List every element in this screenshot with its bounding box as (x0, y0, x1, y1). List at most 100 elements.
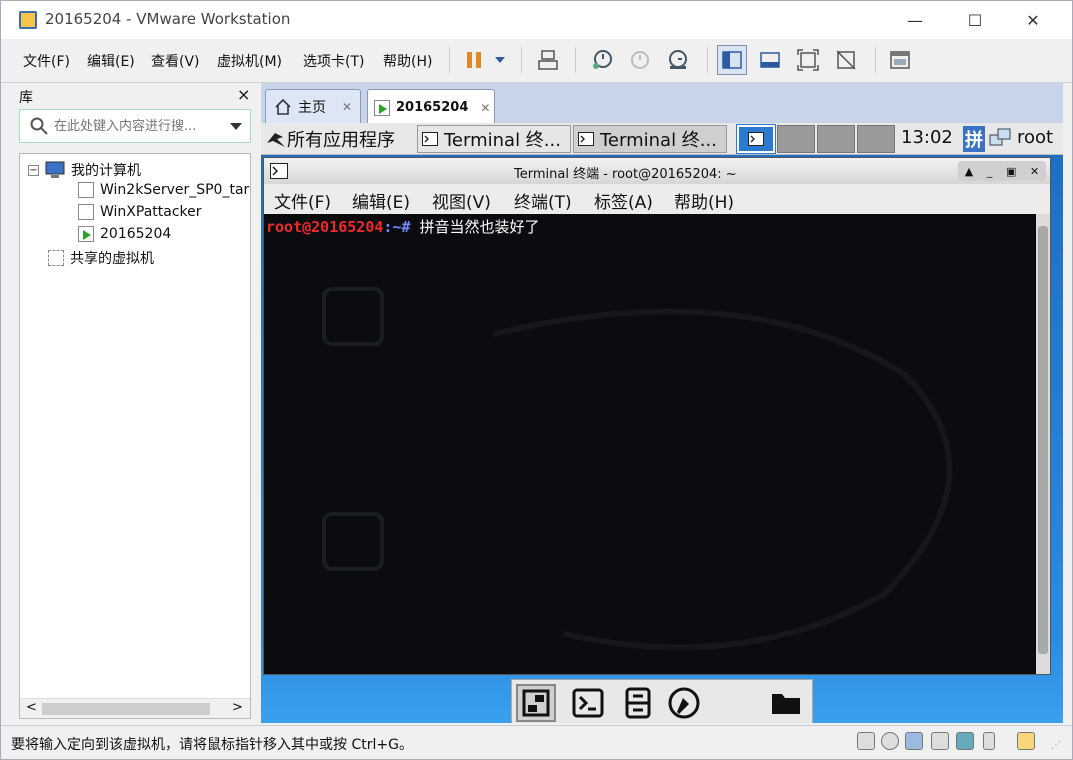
network-adapter-icon[interactable] (905, 732, 923, 750)
terminal-icon (422, 132, 438, 146)
prompt-user: root@20165204 (266, 218, 384, 236)
shade-icon[interactable]: ▲ (965, 165, 973, 178)
tree-label-vm: WinXPattacker (100, 204, 202, 220)
workspace-1[interactable] (736, 124, 776, 154)
command-text: 拼音当然也装好了 (410, 218, 540, 236)
dock-browser-icon[interactable] (664, 684, 704, 722)
tab-close-icon[interactable]: ✕ (342, 100, 352, 114)
vm-running-icon (374, 99, 390, 116)
terminal-menu-tabs[interactable]: 标签(A) (594, 188, 653, 213)
tree-node-vm[interactable]: WinXPattacker (78, 204, 202, 220)
taskbar-button-terminal-active[interactable]: Terminal 终... (573, 125, 727, 153)
menu-help[interactable]: 帮助(H) (383, 51, 432, 71)
snapshot-manager-icon[interactable] (663, 45, 693, 75)
tree-node-vm[interactable]: Win2kServer_SP0_tar (78, 182, 249, 198)
terminal-menu-help[interactable]: 帮助(H) (674, 188, 734, 213)
terminal-menu-edit[interactable]: 编辑(E) (352, 188, 410, 213)
power-dropdown-icon[interactable] (489, 45, 511, 75)
console-view-icon[interactable] (885, 45, 915, 75)
library-search-input[interactable] (54, 118, 224, 134)
status-message: 要将输入定向到该虚拟机，请将鼠标指针移入其中或按 Ctrl+G。 (11, 737, 413, 753)
terminal-icon (748, 132, 764, 146)
workspace-4[interactable] (857, 125, 895, 153)
terminal-menu-view[interactable]: 视图(V) (432, 188, 491, 213)
tree-node-my-computer[interactable]: − 我的计算机 (28, 160, 141, 180)
close-icon[interactable]: ✕ (1030, 165, 1039, 178)
terminal-body[interactable]: root@20165204:~# 拼音当然也装好了 (264, 214, 1036, 674)
search-dropdown-icon[interactable] (230, 121, 242, 131)
tree-node-shared-vms[interactable]: 共享的虚拟机 (48, 248, 154, 268)
terminal-window-controls: ▲ _ ▣ ✕ (958, 161, 1046, 181)
workspace-2[interactable] (777, 125, 815, 153)
workspace-3[interactable] (817, 125, 855, 153)
cd-dvd-icon[interactable] (881, 732, 899, 750)
menu-view[interactable]: 查看(V) (151, 51, 200, 71)
sound-icon[interactable] (956, 732, 974, 750)
tab-home[interactable]: 主页 ✕ (265, 89, 361, 123)
tree-label-vm: 20165204 (100, 226, 172, 242)
library-close-button[interactable]: × (237, 85, 250, 104)
tab-vm-20165204[interactable]: 20165204 ✕ (367, 89, 495, 125)
menu-tabs[interactable]: 选项卡(T) (303, 51, 364, 71)
prompt-path: :~# (383, 218, 411, 236)
terminal-menu-file[interactable]: 文件(F) (274, 188, 331, 213)
show-library-icon[interactable] (717, 45, 747, 75)
dock-show-desktop-icon[interactable] (516, 684, 556, 722)
minimize-icon[interactable]: _ (987, 165, 993, 178)
snapshot-icon[interactable] (587, 45, 617, 75)
guest-screen[interactable]: 所有应用程序 Terminal 终... Terminal 终... 13:02 (261, 123, 1063, 723)
collapse-icon[interactable]: − (28, 164, 39, 176)
printer-icon[interactable] (931, 732, 949, 750)
message-log-icon[interactable] (1017, 732, 1035, 750)
panel-user[interactable]: root (1017, 127, 1053, 148)
unity-icon[interactable] (831, 45, 861, 75)
desktop-wallpaper-shadow (322, 287, 953, 651)
pause-icon[interactable] (459, 45, 489, 75)
tree-horizontal-scrollbar[interactable]: < > (20, 698, 250, 718)
usb-icon[interactable] (983, 732, 995, 750)
tree-node-vm-running[interactable]: 20165204 (78, 226, 171, 242)
menu-bar: 文件(F) 编辑(E) 查看(V) 虚拟机(M) 选项卡(T) 帮助(H) (1, 39, 1072, 83)
panel-clock[interactable]: 13:02 (901, 127, 953, 148)
terminal-window[interactable]: Terminal 终端 - root@20165204: ~ ▲ _ ▣ ✕ 文… (263, 157, 1051, 675)
maximize-icon[interactable]: ▣ (1006, 165, 1016, 178)
dock-file-manager-icon[interactable] (618, 684, 658, 722)
vmware-window: 20165204 - VMware Workstation — ☐ ✕ 文件(F… (0, 0, 1073, 760)
vm-running-icon (78, 226, 94, 242)
maximize-button[interactable]: ☐ (947, 1, 1003, 39)
applications-label: 所有应用程序 (287, 130, 395, 151)
ime-indicator[interactable]: 拼 (963, 126, 985, 152)
menu-edit[interactable]: 编辑(E) (87, 51, 135, 71)
revert-snapshot-icon[interactable] (625, 45, 655, 75)
dock-folder-icon[interactable] (766, 684, 806, 722)
terminal-scrollbar[interactable] (1036, 214, 1050, 674)
full-screen-icon[interactable] (793, 45, 823, 75)
thumbnail-bar-icon[interactable] (755, 45, 785, 75)
hard-disk-icon[interactable] (857, 732, 875, 750)
terminal-titlebar[interactable]: Terminal 终端 - root@20165204: ~ ▲ _ ▣ ✕ (264, 158, 1050, 184)
guest-desktop[interactable]: Terminal 终端 - root@20165204: ~ ▲ _ ▣ ✕ 文… (261, 155, 1063, 723)
toolbar-separator (449, 47, 450, 73)
library-search-box[interactable] (19, 109, 251, 143)
send-ctrl-alt-del-icon[interactable] (533, 45, 563, 75)
scroll-thumb[interactable] (42, 703, 210, 715)
menu-vm[interactable]: 虚拟机(M) (217, 51, 282, 71)
guest-top-panel: 所有应用程序 Terminal 终... Terminal 终... 13:02 (261, 123, 1063, 155)
close-button[interactable]: ✕ (1005, 1, 1061, 39)
taskbar-label: Terminal 终... (600, 130, 717, 151)
scroll-right-icon[interactable]: > (232, 700, 243, 715)
minimize-button[interactable]: — (887, 1, 943, 39)
status-bar: 要将输入定向到该虚拟机，请将鼠标指针移入其中或按 Ctrl+G。 ⋰ (1, 725, 1072, 759)
terminal-menu-terminal[interactable]: 终端(T) (514, 188, 572, 213)
dock-terminal-icon[interactable] (568, 684, 608, 722)
taskbar-button-terminal[interactable]: Terminal 终... (417, 125, 571, 153)
scroll-thumb[interactable] (1038, 226, 1048, 654)
tab-close-icon[interactable]: ✕ (480, 101, 490, 115)
scroll-left-icon[interactable]: < (26, 700, 37, 715)
applications-menu[interactable]: 所有应用程序 (265, 126, 395, 152)
home-icon (275, 98, 291, 115)
network-icon[interactable] (989, 127, 1011, 149)
resize-grip-icon[interactable]: ⋰ (1051, 740, 1061, 751)
vm-icon (78, 182, 94, 198)
menu-file[interactable]: 文件(F) (23, 51, 70, 71)
